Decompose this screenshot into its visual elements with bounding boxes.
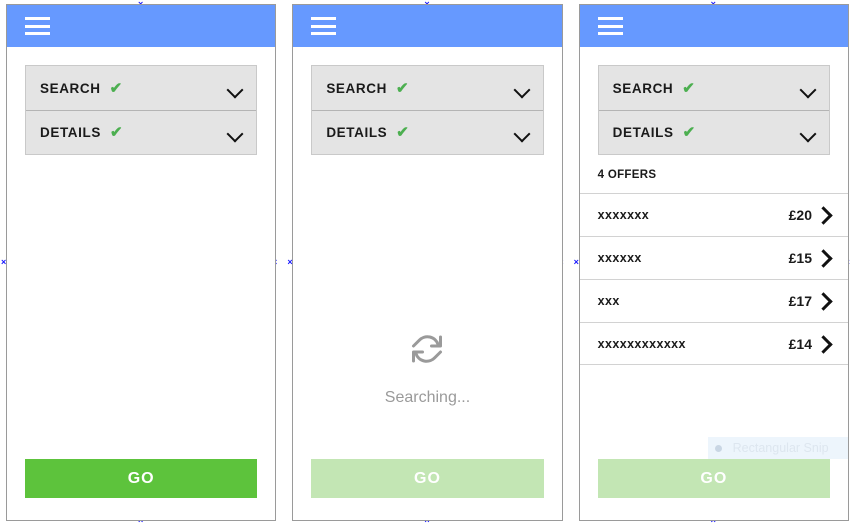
go-button-wrap: GO bbox=[7, 459, 275, 520]
check-icon: ✔ bbox=[682, 79, 695, 97]
offer-name: xxxxxx bbox=[597, 251, 642, 265]
accordion-item-details[interactable]: DETAILS ✔ bbox=[312, 110, 543, 154]
searching-state: Searching... bbox=[293, 331, 561, 407]
go-button-wrap: GO bbox=[293, 459, 561, 520]
chevron-down-icon[interactable] bbox=[515, 84, 529, 93]
app-bar bbox=[579, 5, 848, 47]
offers-count-label: 4 OFFERS bbox=[597, 169, 657, 181]
offer-price: £20 bbox=[788, 207, 812, 223]
chevron-right-icon[interactable] bbox=[812, 294, 834, 308]
phone-frame: SEARCH ✔ DETAILS ✔ Searching... GO bbox=[292, 4, 563, 521]
offer-price: £14 bbox=[788, 335, 812, 352]
chevron-down-icon[interactable] bbox=[801, 128, 815, 137]
mockup-canvas: × × × × SEARCH ✔ DETAILS ✔ bbox=[0, 0, 859, 525]
go-button[interactable]: GO bbox=[25, 459, 258, 498]
content-area: Searching... bbox=[293, 155, 561, 459]
go-button-wrap: GO bbox=[580, 459, 848, 520]
chevron-down-icon[interactable] bbox=[228, 128, 242, 137]
check-icon: ✔ bbox=[109, 79, 123, 97]
accordion-item-details[interactable]: DETAILS ✔ bbox=[598, 110, 829, 154]
content-area bbox=[7, 155, 275, 459]
snip-tool-overlay: Rectangular Snip bbox=[707, 437, 848, 459]
offer-row[interactable]: xxx £17 bbox=[579, 279, 848, 322]
hamburger-icon[interactable] bbox=[25, 17, 50, 35]
accordion-label-search: SEARCH bbox=[40, 80, 101, 96]
check-icon: ✔ bbox=[682, 124, 696, 141]
accordion-item-search[interactable]: SEARCH ✔ bbox=[26, 66, 257, 110]
panel-searching: × × × × SEARCH ✔ DETAILS ✔ bbox=[286, 0, 572, 525]
accordion-label-details: DETAILS bbox=[612, 125, 674, 140]
chevron-right-icon[interactable] bbox=[812, 208, 834, 222]
accordion-item-details[interactable]: DETAILS ✔ bbox=[26, 110, 257, 154]
accordion: SEARCH ✔ DETAILS ✔ bbox=[597, 65, 830, 155]
chevron-down-icon[interactable] bbox=[515, 128, 529, 137]
hamburger-icon[interactable] bbox=[597, 17, 623, 35]
refresh-spinner-icon bbox=[412, 335, 443, 363]
offer-name: xxxxxxx bbox=[597, 208, 650, 222]
app-bar bbox=[7, 5, 276, 47]
app-bar bbox=[293, 5, 562, 47]
snip-overlay-label: Rectangular Snip bbox=[732, 441, 829, 455]
accordion: SEARCH ✔ DETAILS ✔ bbox=[25, 65, 258, 155]
offer-row[interactable]: xxxxxxxxxxxx £14 bbox=[579, 322, 848, 365]
offer-name: xxxxxxxxxxxx bbox=[597, 336, 686, 351]
accordion-label-details: DETAILS bbox=[40, 125, 101, 140]
accordion-label-search: SEARCH bbox=[612, 80, 674, 96]
accordion-label-search: SEARCH bbox=[326, 80, 387, 96]
offer-price: £15 bbox=[788, 250, 812, 266]
go-button: GO bbox=[311, 459, 544, 498]
accordion-label-details: DETAILS bbox=[326, 125, 388, 140]
offer-name: xxx bbox=[597, 294, 620, 308]
offer-price: £17 bbox=[788, 293, 812, 309]
accordion-item-search[interactable]: SEARCH ✔ bbox=[598, 66, 829, 110]
accordion-item-search[interactable]: SEARCH ✔ bbox=[312, 66, 543, 110]
phone-frame: SEARCH ✔ DETAILS ✔ 4 OFFERS xxxxxxx £20 bbox=[578, 4, 849, 521]
chevron-right-icon[interactable] bbox=[812, 251, 834, 265]
chevron-down-icon[interactable] bbox=[228, 84, 242, 93]
chevron-right-icon[interactable] bbox=[812, 337, 834, 351]
panel-results: × × × × SEARCH ✔ DETAILS ✔ bbox=[573, 0, 859, 525]
searching-text: Searching... bbox=[384, 389, 471, 406]
check-icon: ✔ bbox=[109, 124, 123, 141]
offer-row[interactable]: xxxxxx £15 bbox=[579, 236, 848, 279]
panel-idle: × × × × SEARCH ✔ DETAILS ✔ bbox=[0, 0, 286, 525]
hamburger-icon[interactable] bbox=[311, 17, 337, 35]
snip-dot-icon bbox=[714, 444, 722, 452]
check-icon: ✔ bbox=[396, 124, 409, 141]
chevron-down-icon[interactable] bbox=[801, 84, 815, 93]
check-icon: ✔ bbox=[395, 79, 409, 97]
offer-row[interactable]: xxxxxxx £20 bbox=[579, 193, 848, 236]
content-area: 4 OFFERS xxxxxxx £20 xxxxxx £15 xxx £17 bbox=[579, 155, 848, 459]
phone-frame: SEARCH ✔ DETAILS ✔ GO bbox=[6, 4, 277, 521]
go-button: GO bbox=[597, 459, 830, 498]
accordion: SEARCH ✔ DETAILS ✔ bbox=[311, 65, 544, 155]
